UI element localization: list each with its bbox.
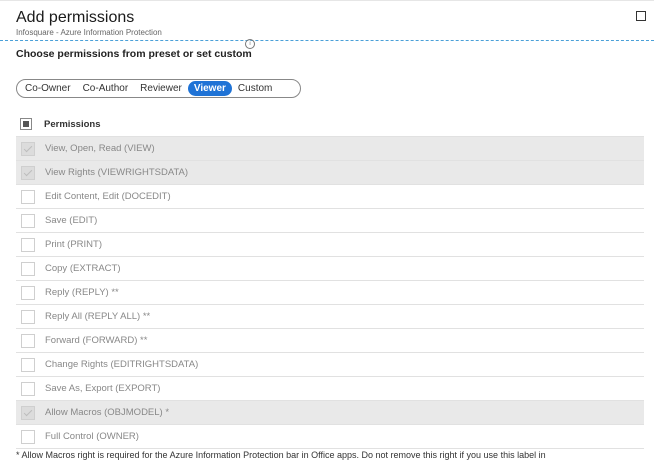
permission-row-docedit: Edit Content, Edit (DOCEDIT) <box>16 184 644 208</box>
permissions-header: Permissions <box>16 112 644 136</box>
preset-co-owner[interactable]: Co-Owner <box>19 81 77 96</box>
permission-checkbox[interactable] <box>21 333 35 348</box>
permission-label: Change Rights (EDITRIGHTSDATA) <box>45 359 199 370</box>
permission-row-export: Save As, Export (EXPORT) <box>16 376 644 400</box>
select-all-checkbox[interactable] <box>20 118 32 130</box>
permission-checkbox[interactable] <box>21 309 35 324</box>
permission-checkbox[interactable] <box>21 405 35 420</box>
permission-label: Save (EDIT) <box>45 215 98 226</box>
permission-row-reply: Reply (REPLY) ** <box>16 280 644 304</box>
permission-label: Copy (EXTRACT) <box>45 263 121 274</box>
permissions-header-label: Permissions <box>44 118 101 130</box>
preset-selector: Co-Owner Co-Author Reviewer Viewer Custo… <box>16 79 301 98</box>
permission-label: Forward (FORWARD) ** <box>45 335 148 346</box>
permission-checkbox[interactable] <box>21 381 35 396</box>
blade-title: Add permissions <box>16 9 135 26</box>
preset-viewer[interactable]: Viewer <box>187 81 232 96</box>
preset-custom[interactable]: Custom <box>232 81 278 96</box>
permission-label: View, Open, Read (VIEW) <box>45 143 155 154</box>
permission-row-editrightsdata: Change Rights (EDITRIGHTSDATA) <box>16 352 644 376</box>
top-border <box>0 0 654 1</box>
permission-row-extract: Copy (EXTRACT) <box>16 256 644 280</box>
header-divider <box>0 40 654 41</box>
permission-checkbox[interactable] <box>21 285 35 300</box>
blade-subtitle: Infosquare - Azure Information Protectio… <box>16 28 162 37</box>
footnote: * Allow Macros right is required for the… <box>16 450 546 460</box>
permission-row-print: Print (PRINT) <box>16 232 644 256</box>
permission-label: Save As, Export (EXPORT) <box>45 383 161 394</box>
permission-label: Reply (REPLY) ** <box>45 287 119 298</box>
permission-checkbox[interactable] <box>21 189 35 204</box>
permission-checkbox[interactable] <box>21 237 35 252</box>
permission-label: View Rights (VIEWRIGHTSDATA) <box>45 167 189 178</box>
permissions-table: View, Open, Read (VIEW) View Rights (VIE… <box>16 136 644 449</box>
permission-row-objmodel: Allow Macros (OBJMODEL) * <box>16 400 644 424</box>
info-icon[interactable]: i <box>245 39 255 49</box>
permission-checkbox[interactable] <box>21 261 35 276</box>
permission-label: Reply All (REPLY ALL) ** <box>45 311 151 322</box>
permission-checkbox[interactable] <box>21 357 35 372</box>
preset-reviewer[interactable]: Reviewer <box>134 81 188 96</box>
permission-row-owner: Full Control (OWNER) <box>16 424 644 449</box>
permission-checkbox[interactable] <box>21 213 35 228</box>
permission-label: Full Control (OWNER) <box>45 431 139 442</box>
permission-row-edit: Save (EDIT) <box>16 208 644 232</box>
permission-checkbox[interactable] <box>21 429 35 444</box>
permission-row-forward: Forward (FORWARD) ** <box>16 328 644 352</box>
permission-label: Allow Macros (OBJMODEL) * <box>45 407 170 418</box>
preset-co-author[interactable]: Co-Author <box>77 81 135 96</box>
permission-row-viewrightsdata: View Rights (VIEWRIGHTSDATA) <box>16 160 644 184</box>
preset-instruction: Choose permissions from preset or set cu… <box>16 48 252 60</box>
permission-checkbox[interactable] <box>21 165 35 180</box>
permission-label: Print (PRINT) <box>45 239 102 250</box>
permission-row-view: View, Open, Read (VIEW) <box>16 136 644 160</box>
permission-row-reply-all: Reply All (REPLY ALL) ** <box>16 304 644 328</box>
maximize-icon[interactable] <box>636 11 646 21</box>
permission-checkbox[interactable] <box>21 141 35 156</box>
permission-label: Edit Content, Edit (DOCEDIT) <box>45 191 171 202</box>
